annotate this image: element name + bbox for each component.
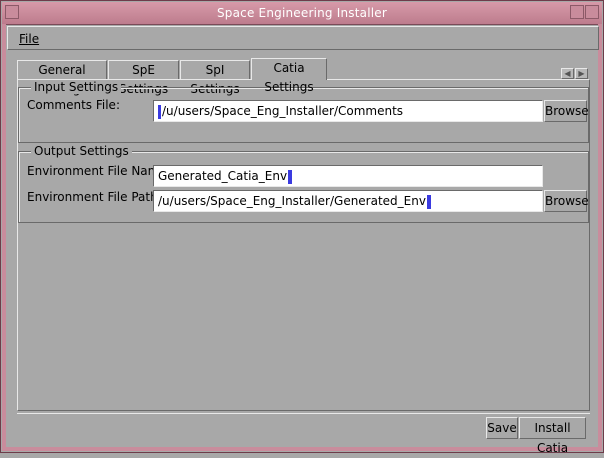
- text-caret: [158, 104, 161, 119]
- minimize-button[interactable]: [570, 5, 584, 19]
- window-border-left: [2, 24, 6, 451]
- text-caret: [288, 169, 293, 184]
- main-content: General Settings SpE Settings SpI Settin…: [7, 53, 599, 455]
- tab-scroll-arrows: ◀ ▶: [561, 68, 589, 79]
- env-file-name-field[interactable]: Generated_Catia_Env: [153, 165, 543, 187]
- window-border-bottom: [2, 447, 602, 451]
- scroll-left-icon[interactable]: ◀: [561, 68, 574, 79]
- catia-settings-panel: Input Settings Comments File: /u/users/S…: [17, 79, 590, 411]
- output-settings-group: Output Settings Environment File Name: G…: [18, 144, 589, 223]
- menu-file[interactable]: File: [19, 32, 39, 46]
- tab-catia-settings[interactable]: Catia Settings: [251, 58, 327, 94]
- text-caret: [426, 194, 431, 209]
- env-path-browse-button[interactable]: Browse: [544, 190, 589, 212]
- window-title: Space Engineering Installer: [216, 6, 388, 20]
- install-catia-button[interactable]: Install Catia: [519, 417, 586, 455]
- comments-browse-button[interactable]: Browse: [544, 100, 589, 122]
- save-button[interactable]: Save: [486, 417, 518, 439]
- output-settings-legend: Output Settings: [31, 144, 132, 158]
- installer-window: Space Engineering Installer File General…: [0, 0, 604, 455]
- env-file-name-label: Environment File Name:: [27, 164, 171, 178]
- menu-bar: File: [7, 26, 599, 50]
- tab-spe-settings[interactable]: SpE Settings: [108, 60, 179, 96]
- tab-general-settings[interactable]: General Settings: [17, 60, 107, 96]
- comments-file-label: Comments File:: [27, 98, 120, 112]
- env-file-path-label: Environment File Path:: [27, 190, 162, 204]
- maximize-button[interactable]: [585, 5, 599, 19]
- button-bar: Save Install Catia: [17, 413, 590, 455]
- env-file-path-value: /u/users/Space_Eng_Installer/Generated_E…: [158, 194, 426, 208]
- scroll-right-icon[interactable]: ▶: [575, 68, 588, 79]
- input-settings-legend: Input Settings: [31, 80, 122, 94]
- comments-file-field[interactable]: /u/users/Space_Eng_Installer/Comments: [153, 100, 543, 122]
- env-file-path-field[interactable]: /u/users/Space_Eng_Installer/Generated_E…: [153, 190, 543, 212]
- title-bar[interactable]: Space Engineering Installer: [2, 2, 602, 25]
- comments-file-value: /u/users/Space_Eng_Installer/Comments: [162, 104, 404, 118]
- env-file-name-value: Generated_Catia_Env: [158, 169, 288, 183]
- tab-spi-settings[interactable]: SpI Settings: [180, 60, 250, 96]
